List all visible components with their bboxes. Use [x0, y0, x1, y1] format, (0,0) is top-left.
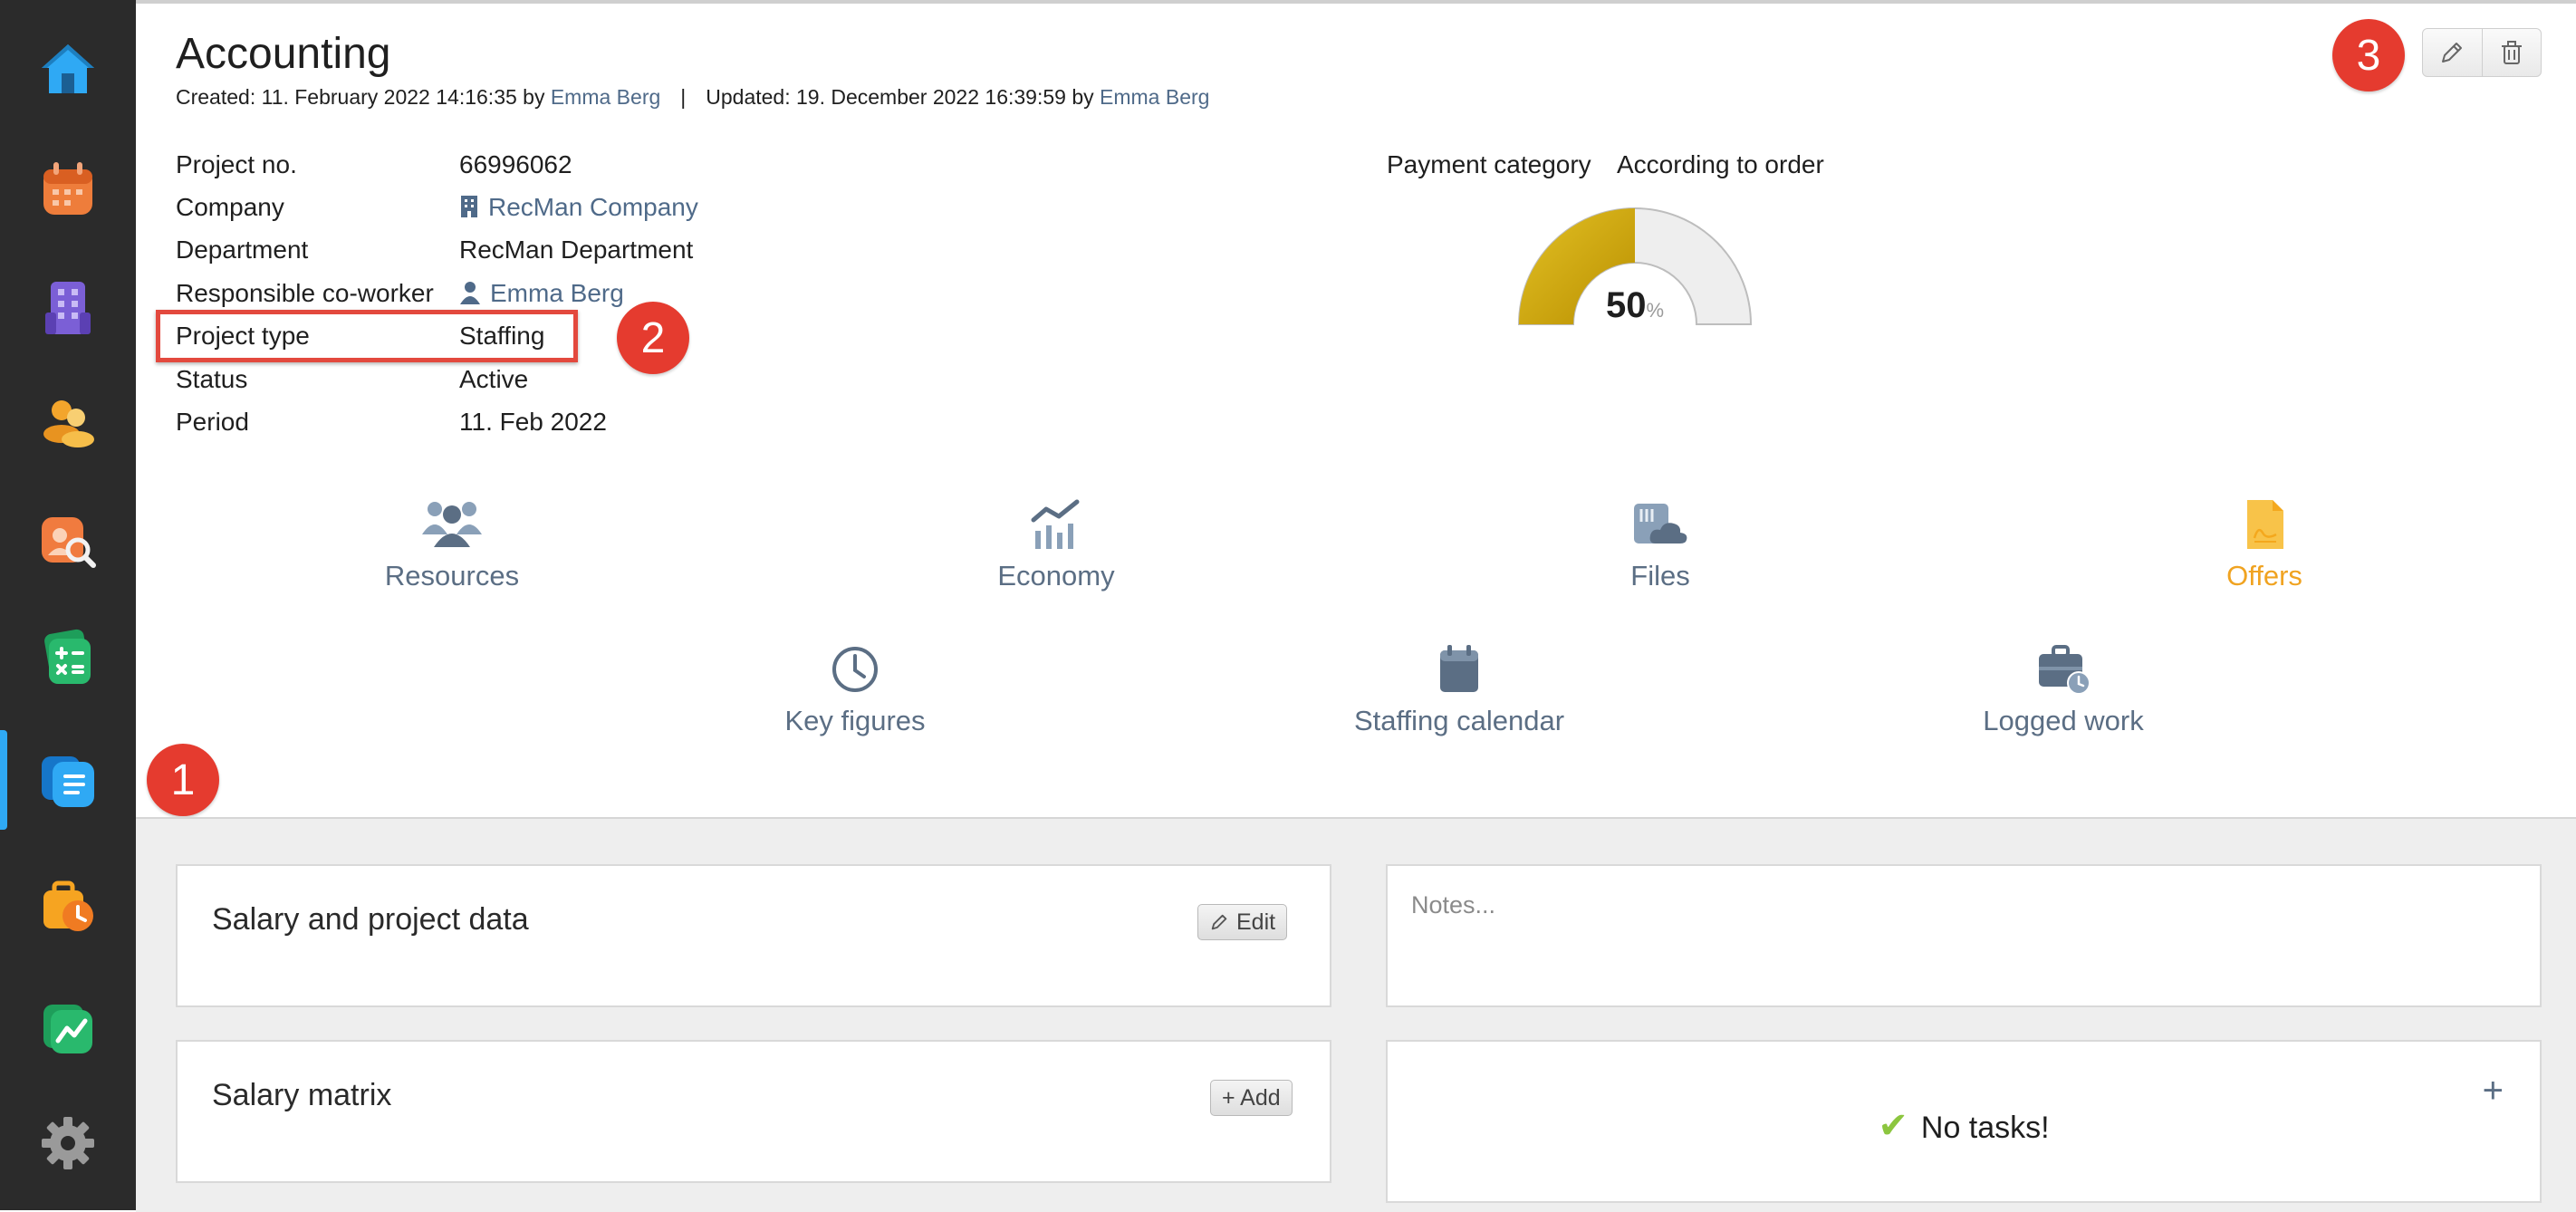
salary-matrix-panel: Salary matrix + Add — [176, 1040, 1331, 1183]
sidebar — [0, 0, 136, 1210]
salary-project-edit-button[interactable]: Edit — [1197, 904, 1288, 940]
briefcase-clock-icon — [2039, 645, 2091, 695]
pencil-icon — [2442, 43, 2463, 63]
timesheet-icon — [43, 880, 93, 931]
add-task-button[interactable]: + — [2483, 1073, 2504, 1109]
salary-project-title: Salary and project data — [212, 902, 529, 937]
pencil-icon — [1211, 914, 1227, 930]
record-meta: Created: 11. February 2022 14:16:35 by E… — [176, 85, 1209, 110]
shortcut-logged-work[interactable]: Logged work — [1927, 643, 2199, 737]
home-icon — [42, 44, 94, 93]
department-label: Department — [176, 236, 309, 264]
projects-icon — [42, 756, 94, 807]
company-label: Company — [176, 193, 284, 221]
calendar-icon — [1440, 645, 1478, 692]
no-tasks-message: ✔ No tasks! — [1388, 1105, 2540, 1147]
status-value: Active — [459, 365, 529, 393]
company-value: RecMan Company — [488, 193, 698, 221]
record-actions — [2422, 28, 2542, 77]
economy-chart-icon — [1031, 499, 1080, 549]
people-icon — [422, 502, 482, 547]
clock-icon — [832, 647, 878, 692]
project-no-label: Project no. — [176, 150, 297, 178]
sidebar-item-projects[interactable] — [0, 730, 136, 830]
offer-document-icon — [2247, 500, 2283, 549]
updated-text: Updated: 19. December 2022 16:39:59 by — [706, 85, 1101, 109]
edit-label: Edit — [1236, 909, 1276, 935]
coworker-label: Responsible co-worker — [176, 279, 434, 307]
shortcut-economy[interactable]: Economy — [920, 498, 1192, 592]
updated-by-link[interactable]: Emma Berg — [1100, 85, 1209, 109]
shortcut-offers[interactable]: Offers — [2129, 498, 2400, 592]
sidebar-item-candidates[interactable] — [0, 373, 136, 473]
candidates-icon — [43, 400, 94, 447]
period-value: 11. Feb 2022 — [459, 408, 607, 436]
project-details-area: Salary and project data Edit Salary matr… — [136, 817, 2576, 1212]
page-title: Accounting — [176, 30, 391, 78]
files-cloud-icon — [1634, 504, 1687, 543]
sidebar-item-calendar[interactable] — [0, 138, 136, 237]
coworker-value: Emma Berg — [490, 279, 624, 307]
shortcut-files[interactable]: Files — [1524, 498, 1796, 592]
project-no-value: 66996062 — [459, 150, 572, 178]
salary-matrix-add-button[interactable]: + Add — [1210, 1080, 1293, 1116]
shortcut-resources-label: Resources — [384, 560, 520, 592]
sidebar-item-reports[interactable] — [0, 976, 136, 1076]
annotation-marker-3: 3 — [2332, 19, 2405, 91]
checkmark-icon: ✔ — [1878, 1106, 1908, 1146]
shortcut-key-figures-label: Key figures — [784, 705, 926, 736]
building-small-icon — [461, 196, 477, 217]
gauge-unit: % — [1646, 299, 1664, 322]
meta-separator: | — [680, 85, 687, 109]
active-indicator — [0, 730, 7, 830]
payment-category-label: Payment category — [1387, 150, 1591, 178]
status-label: Status — [176, 365, 248, 393]
shortcut-resources[interactable]: Resources — [316, 498, 588, 592]
gauge-value: 50% — [1606, 285, 1664, 325]
shortcut-staffing-calendar-label: Staffing calendar — [1353, 705, 1565, 736]
payment-gauge: 50% — [1517, 207, 1753, 325]
shortcut-logged-work-label: Logged work — [1983, 705, 2144, 736]
search-people-icon — [42, 517, 96, 568]
created-by-link[interactable]: Emma Berg — [551, 85, 660, 109]
shortcut-key-figures[interactable]: Key figures — [719, 643, 991, 737]
shortcut-economy-label: Economy — [997, 560, 1115, 592]
annotation-marker-2: 2 — [617, 302, 689, 374]
person-icon — [460, 282, 480, 304]
period-label: Period — [176, 408, 249, 436]
tasks-panel: ✔ No tasks! + — [1386, 1040, 2542, 1203]
sidebar-item-settings[interactable] — [0, 1092, 136, 1192]
settings-icon — [42, 1117, 94, 1169]
top-border — [136, 0, 2576, 4]
notes-panel[interactable]: Notes... — [1386, 864, 2542, 1007]
calendar-icon — [43, 162, 92, 215]
sidebar-item-companies[interactable] — [0, 255, 136, 355]
sidebar-item-timesheet[interactable] — [0, 857, 136, 957]
salary-project-panel: Salary and project data Edit — [176, 864, 1331, 1007]
gauge-number: 50 — [1606, 285, 1647, 325]
project-type-highlight — [156, 310, 578, 362]
salary-matrix-title: Salary matrix — [212, 1078, 392, 1112]
coworker-link[interactable]: Emma Berg — [459, 279, 624, 308]
created-text: Created: 11. February 2022 14:16:35 by — [176, 85, 551, 109]
shortcut-files-label: Files — [1630, 560, 1690, 592]
annotation-marker-1: 1 — [147, 744, 219, 816]
shortcut-staffing-calendar[interactable]: Staffing calendar — [1323, 643, 1595, 737]
company-link[interactable]: RecMan Company — [459, 193, 698, 222]
shortcut-offers-label: Offers — [2226, 560, 2302, 592]
chart-icon — [43, 1005, 92, 1053]
sidebar-item-home[interactable] — [0, 18, 136, 118]
delete-button[interactable] — [2481, 29, 2542, 76]
edit-button[interactable] — [2423, 29, 2482, 76]
no-tasks-text: No tasks! — [1920, 1111, 2050, 1145]
sidebar-item-accounting[interactable] — [0, 607, 136, 707]
calculator-icon — [44, 629, 91, 684]
trash-icon — [2501, 41, 2522, 64]
sidebar-item-search[interactable] — [0, 489, 136, 589]
notes-placeholder: Notes... — [1411, 891, 1496, 919]
building-icon — [45, 282, 91, 334]
payment-category-value: According to order — [1617, 150, 1824, 178]
department-value: RecMan Department — [459, 236, 694, 264]
